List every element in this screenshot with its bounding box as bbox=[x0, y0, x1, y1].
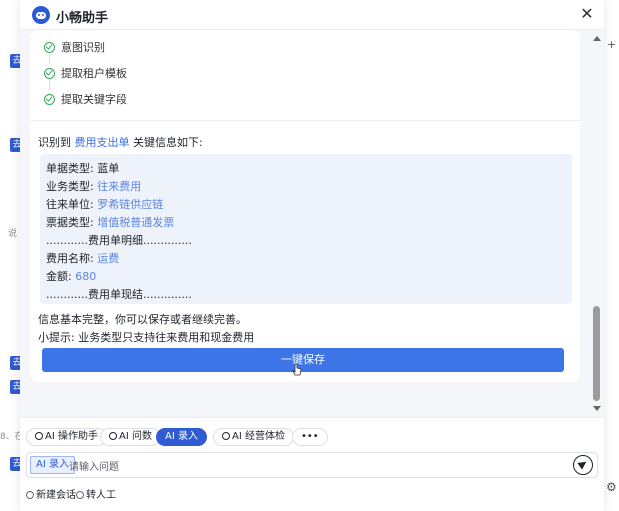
panel-header: 小畅助手 ✕ bbox=[20, 0, 604, 30]
chat-scroll-area[interactable]: 意图识别 提取租户模板 提取关键字段 识别到 费用支出单 关键信息如下: 单据类… bbox=[20, 30, 604, 417]
input-placeholder: 请输入问题 bbox=[69, 462, 119, 473]
field-value: 罗希链供应链 bbox=[97, 198, 164, 211]
field-label: 票据类型: bbox=[46, 216, 98, 229]
scroll-down-arrow-icon[interactable] bbox=[593, 406, 601, 411]
field-row: 金额: 680 bbox=[46, 268, 96, 284]
step-label: 意图识别 bbox=[61, 41, 105, 54]
section-separator: ............费用单明细.............. bbox=[46, 232, 192, 248]
field-value: 680 bbox=[75, 270, 97, 283]
step-label: 提取租户模板 bbox=[61, 67, 127, 80]
panel-title: 小畅助手 bbox=[56, 11, 109, 26]
chip-ai-business-checkup[interactable]: AI 经营体检 bbox=[213, 428, 294, 446]
chip-ai-entry[interactable]: AI 录入 bbox=[156, 428, 207, 446]
completeness-note: 信息基本完整，你可以保存或者继续完善。 bbox=[38, 313, 247, 326]
field-row: 业务类型: 往来费用 bbox=[46, 178, 141, 194]
chip-label: AI 问数 bbox=[119, 431, 152, 442]
close-icon[interactable]: ✕ bbox=[578, 5, 596, 23]
chat-scrollbar[interactable] bbox=[590, 30, 604, 417]
step-item: 提取租户模板 bbox=[44, 65, 127, 81]
new-chat-link[interactable]: 新建会话 bbox=[26, 486, 76, 501]
gear-icon[interactable]: ⚙ bbox=[606, 480, 617, 494]
composer-area: AI 操作助手 AI 问数 AI 录入 AI 经营体检 ••• AI 录入 请输… bbox=[20, 417, 604, 511]
chip-label: AI 经营体检 bbox=[232, 431, 285, 442]
background-app-right: + ⚙ bbox=[603, 0, 619, 511]
check-circle-icon bbox=[44, 42, 55, 53]
field-row: 票据类型: 增值税普通发票 bbox=[46, 214, 174, 230]
check-circle-icon bbox=[44, 94, 55, 105]
field-value: 蓝单 bbox=[97, 162, 120, 175]
mouse-cursor-icon bbox=[292, 363, 302, 376]
assistant-logo-icon bbox=[32, 6, 50, 24]
step-item: 提取关键字段 bbox=[44, 91, 127, 107]
step-label: 提取关键字段 bbox=[61, 93, 127, 106]
field-row: 单据类型: 蓝单 bbox=[46, 160, 119, 176]
section-separator: ............费用单现结.............. bbox=[46, 286, 192, 302]
assistant-icon bbox=[35, 432, 43, 440]
query-icon bbox=[109, 432, 117, 440]
more-options-button[interactable]: ••• bbox=[292, 428, 328, 446]
heart-icon bbox=[222, 432, 230, 440]
assistant-message-card: 意图识别 提取租户模板 提取关键字段 识别到 费用支出单 关键信息如下: 单据类… bbox=[30, 30, 580, 382]
bill-type-link[interactable]: 费用支出单 bbox=[75, 136, 130, 149]
field-label: 往来单位: bbox=[46, 198, 98, 211]
step-item: 意图识别 bbox=[44, 39, 105, 55]
extracted-fields-box: 单据类型: 蓝单 业务类型: 往来费用 往来单位: 罗希链供应链 票据类型: 增… bbox=[40, 154, 572, 304]
transfer-icon bbox=[76, 491, 84, 499]
scroll-up-arrow-icon[interactable] bbox=[593, 36, 601, 41]
chip-label: AI 录入 bbox=[165, 431, 198, 442]
field-value: 增值税普通发票 bbox=[97, 216, 175, 229]
field-value: 运费 bbox=[97, 252, 120, 265]
new-chat-icon bbox=[26, 491, 34, 499]
separator-text: ............费用单现结.............. bbox=[46, 288, 192, 301]
intro-prefix: 识别到 bbox=[38, 136, 71, 149]
transfer-human-link[interactable]: 转人工 bbox=[76, 486, 116, 501]
field-row: 费用名称: 运费 bbox=[46, 250, 119, 266]
one-click-save-button[interactable]: 一键保存 bbox=[42, 348, 564, 372]
question-input[interactable]: AI 录入 请输入问题 bbox=[26, 452, 598, 478]
check-circle-icon bbox=[44, 68, 55, 79]
chip-ai-query[interactable]: AI 问数 bbox=[100, 428, 161, 446]
new-chat-label: 新建会话 bbox=[36, 490, 76, 501]
plus-icon[interactable]: + bbox=[607, 38, 616, 51]
field-label: 金额: bbox=[46, 270, 76, 283]
separator-text: ............费用单明细.............. bbox=[46, 234, 192, 247]
background-text: 说 bbox=[8, 229, 18, 239]
chip-label: AI 操作助手 bbox=[45, 431, 98, 442]
assistant-panel: 小畅助手 ✕ 意图识别 提取租户模板 提取关键字段 识别到 费用支出单 关键信息… bbox=[20, 0, 604, 511]
scrollbar-thumb[interactable] bbox=[593, 306, 600, 401]
result-intro: 识别到 费用支出单 关键信息如下: bbox=[38, 134, 203, 150]
field-label: 单据类型: bbox=[46, 162, 98, 175]
chip-ai-operation-assistant[interactable]: AI 操作助手 bbox=[26, 428, 107, 446]
field-label: 费用名称: bbox=[46, 252, 98, 265]
field-label: 业务类型: bbox=[46, 180, 98, 193]
field-row: 往来单位: 罗希链供应链 bbox=[46, 196, 163, 212]
intro-suffix: 关键信息如下: bbox=[133, 136, 203, 149]
send-icon[interactable] bbox=[573, 455, 593, 475]
field-value: 往来费用 bbox=[97, 180, 142, 193]
divider bbox=[30, 120, 580, 121]
tip-text: 小提示: 业务类型只支持往来费用和现金费用 bbox=[38, 331, 255, 344]
transfer-human-label: 转人工 bbox=[86, 490, 116, 501]
